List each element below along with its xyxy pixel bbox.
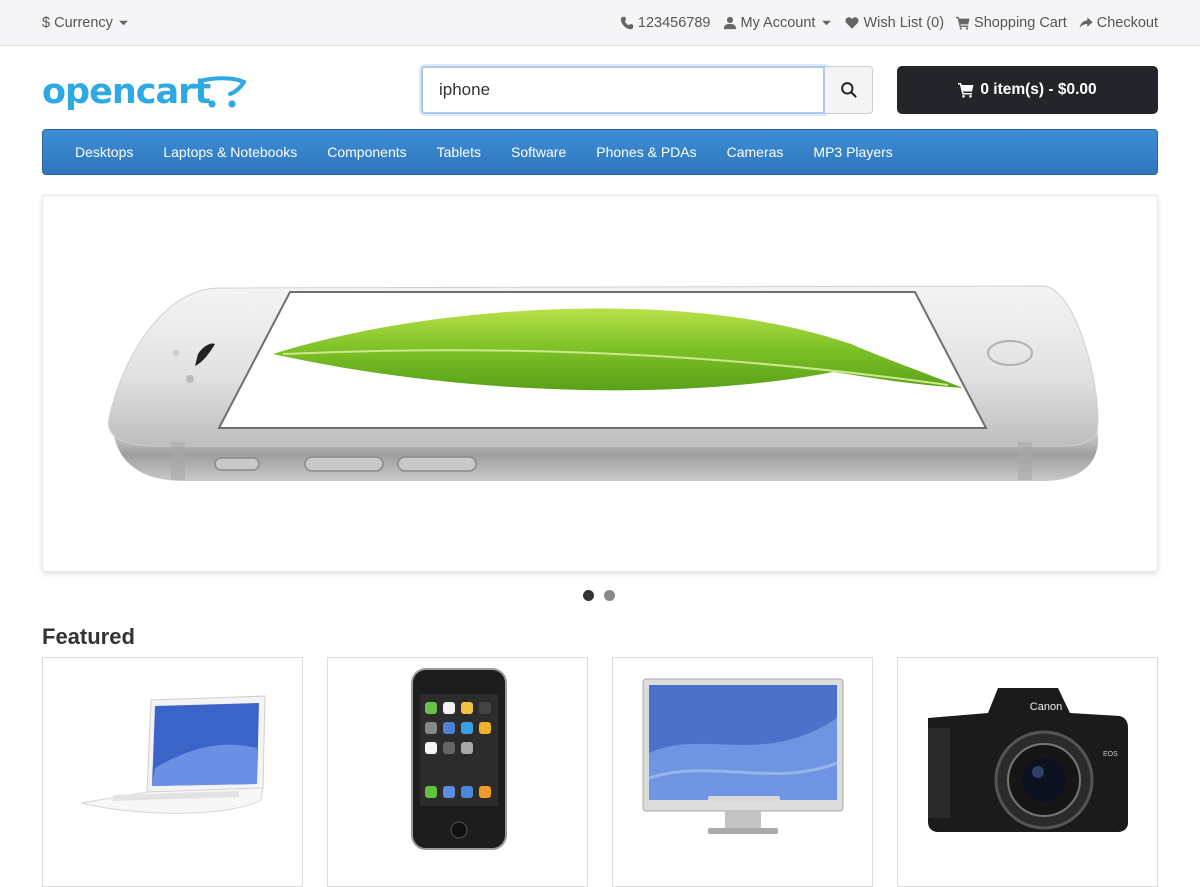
product-card-monitor[interactable]	[612, 657, 873, 887]
shopping-cart-label: Shopping Cart	[974, 14, 1067, 31]
laptop-image	[80, 695, 266, 814]
wish-list-label: Wish List (0)	[863, 14, 945, 31]
product-card-laptop[interactable]	[42, 657, 303, 887]
search-input[interactable]	[421, 66, 825, 114]
product-card-camera[interactable]: Canon EOS	[897, 657, 1158, 887]
my-account-dropdown[interactable]: My Account	[723, 15, 834, 31]
opencart-logo[interactable]: opencart	[42, 72, 252, 118]
menu-item-software[interactable]: Software	[496, 144, 581, 160]
logo-text: opencart	[42, 72, 211, 112]
cart-icon	[958, 83, 974, 98]
menu-item-cameras[interactable]: Cameras	[712, 144, 799, 160]
caret-down-icon	[117, 16, 131, 30]
svg-text:Canon: Canon	[1030, 701, 1062, 713]
menu-item-laptops-notebooks[interactable]: Laptops & Notebooks	[148, 144, 312, 160]
cart-icon	[956, 16, 970, 30]
menu-item-phones-pdas[interactable]: Phones & PDAs	[581, 144, 711, 160]
slide-dot-2[interactable]	[604, 590, 615, 601]
wish-list-link[interactable]: Wish List (0)	[845, 15, 944, 31]
search-bar	[421, 66, 873, 114]
shopping-cart-link[interactable]: Shopping Cart	[956, 15, 1067, 31]
slideshow-pagination	[583, 590, 615, 601]
slide-dot-1[interactable]	[583, 590, 594, 601]
svg-text:EOS: EOS	[1103, 751, 1118, 758]
menu-item-mp3-players[interactable]: MP3 Players	[798, 144, 907, 160]
heart-icon	[845, 16, 859, 30]
menu-item-desktops[interactable]: Desktops	[60, 144, 148, 160]
phone-number: 123456789	[637, 14, 711, 31]
share-arrow-icon	[1079, 16, 1093, 30]
cart-button[interactable]: 0 item(s) - $0.00	[897, 66, 1158, 114]
search-button[interactable]	[825, 66, 873, 114]
featured-heading: Featured	[42, 624, 135, 649]
top-bar: $ Currency 123456789 My Account Wish Lis…	[0, 0, 1200, 46]
iphone-image	[411, 668, 507, 850]
menu-item-tablets[interactable]: Tablets	[422, 144, 496, 160]
currency-label: $ Currency	[42, 14, 113, 31]
checkout-link[interactable]: Checkout	[1079, 15, 1158, 31]
phone-icon	[620, 16, 634, 30]
phone-link[interactable]: 123456789	[620, 15, 711, 31]
cart-button-label: 0 item(s) - $0.00	[980, 81, 1097, 98]
menu-item-components[interactable]: Components	[312, 144, 421, 160]
search-icon	[840, 82, 857, 98]
camera-image: Canon EOS	[928, 688, 1128, 832]
logo-cart-icon	[202, 76, 246, 108]
currency-dropdown[interactable]: $ Currency	[42, 15, 131, 31]
product-card-iphone[interactable]	[327, 657, 588, 887]
checkout-label: Checkout	[1096, 14, 1158, 31]
user-icon	[723, 16, 737, 30]
iphone-banner-image	[107, 285, 1099, 481]
main-menu: Desktops Laptops & Notebooks Components …	[42, 129, 1158, 175]
caret-down-icon	[819, 16, 833, 30]
my-account-label: My Account	[740, 14, 816, 31]
monitor-image	[642, 678, 844, 834]
slideshow-banner[interactable]	[42, 195, 1158, 572]
